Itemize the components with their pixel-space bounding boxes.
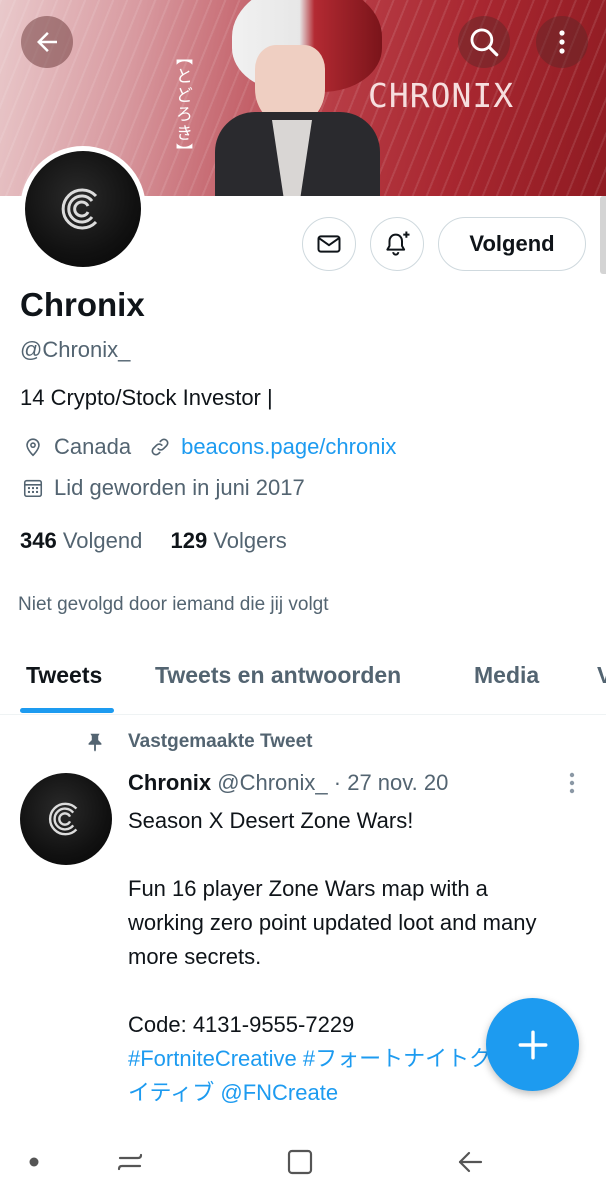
recent-apps-icon: [117, 1153, 143, 1171]
more-options-button[interactable]: [536, 16, 588, 68]
mention-link[interactable]: @FNCreate: [220, 1080, 338, 1105]
tweet-date[interactable]: 27 nov. 20: [347, 770, 448, 795]
profile-website-link[interactable]: beacons.page/chronix: [181, 434, 396, 460]
pinned-tweet-label: Vastgemaakte Tweet: [84, 730, 312, 754]
tab-tweets-and-replies[interactable]: Tweets en antwoorden: [155, 662, 401, 689]
following-label: Volgend: [62, 528, 143, 553]
tab-media[interactable]: Media: [474, 662, 539, 689]
profile-location: Canada: [54, 434, 132, 459]
location-pin-icon: [20, 434, 46, 460]
back-button[interactable]: [21, 16, 73, 68]
profile-joined-date: Lid geworden in juni 2017: [54, 475, 305, 500]
more-vertical-icon: [569, 772, 575, 794]
followers-count: 129: [170, 528, 208, 553]
link-icon: [147, 434, 173, 460]
profile-bio: 14 Crypto/Stock Investor |: [20, 385, 273, 410]
active-tab-indicator: [20, 708, 114, 713]
home-button[interactable]: [280, 1142, 320, 1182]
following-count: 346: [20, 528, 57, 553]
tweet-author-avatar[interactable]: [20, 773, 112, 865]
tweet-separator: ·: [327, 770, 348, 795]
recent-apps-button[interactable]: [110, 1142, 150, 1182]
tweet-line-2: Fun 16 player Zone Wars map with a worki…: [128, 876, 537, 969]
tweet-author-handle: @Chronix_: [217, 770, 328, 795]
system-navigation-bar: [0, 1118, 606, 1200]
back-arrow-icon: [458, 1151, 483, 1173]
follow-counts: 346 Volgend 129 Volgers: [20, 528, 287, 554]
pinned-label-text: Vastgemaakte Tweet: [128, 731, 313, 752]
plus-icon: [518, 1030, 547, 1059]
tab-likes-partial[interactable]: V: [597, 662, 606, 689]
system-back-button[interactable]: [450, 1142, 490, 1182]
profile-joined-row: Lid geworden in juni 2017: [20, 475, 305, 501]
nav-dot-button[interactable]: [14, 1142, 54, 1182]
calendar-icon: [20, 475, 46, 501]
home-square-icon: [287, 1149, 313, 1175]
profile-tabs: Tweets Tweets en antwoorden Media V: [0, 640, 606, 715]
following-button[interactable]: Volgend: [438, 217, 586, 271]
chronix-logo-icon: [61, 188, 98, 230]
hashtag-link[interactable]: #FortniteCreative: [128, 1046, 297, 1071]
followed-by-note: Niet gevolgd door iemand die jij volgt: [18, 594, 329, 615]
following-count-link[interactable]: 346 Volgend: [20, 528, 142, 553]
followers-count-link[interactable]: 129 Volgers: [171, 528, 287, 553]
banner-title: CHRONIX: [368, 76, 515, 115]
arrow-left-icon: [37, 32, 57, 52]
message-button[interactable]: [302, 217, 356, 271]
profile-name: Chronix: [20, 286, 145, 323]
tweet-author-name[interactable]: Chronix: [128, 770, 211, 795]
tweet-header: Chronix @Chronix_ · 27 nov. 20: [128, 770, 448, 796]
bell-plus-icon: [386, 231, 410, 256]
profile-avatar[interactable]: [20, 146, 146, 272]
mail-icon: [317, 235, 341, 253]
tab-tweets[interactable]: Tweets: [26, 662, 102, 689]
profile-meta-row: Canada beacons.page/chronix: [20, 434, 396, 460]
dot-icon: [29, 1157, 39, 1167]
followers-label: Volgers: [213, 528, 287, 553]
more-vertical-icon: [559, 30, 565, 54]
search-icon: [470, 28, 499, 57]
following-button-label: Volgend: [469, 231, 555, 256]
tweet-more-button[interactable]: [562, 770, 582, 798]
tweet-text: Season X Desert Zone Wars! Fun 16 player…: [128, 804, 548, 1110]
profile-handle: @Chronix_: [20, 337, 131, 362]
scroll-indicator: [600, 196, 606, 274]
tweet-line-1: Season X Desert Zone Wars!: [128, 808, 414, 833]
chronix-logo-icon: [48, 802, 78, 836]
pin-icon: [88, 733, 102, 752]
compose-tweet-button[interactable]: [486, 998, 579, 1091]
tweet-line-3: Code: 4131-9555-7229: [128, 1012, 355, 1037]
notifications-button[interactable]: [370, 217, 424, 271]
avatar-image: [25, 151, 141, 267]
banner-vertical-text: 【とどろき】: [172, 48, 192, 162]
search-button[interactable]: [458, 16, 510, 68]
